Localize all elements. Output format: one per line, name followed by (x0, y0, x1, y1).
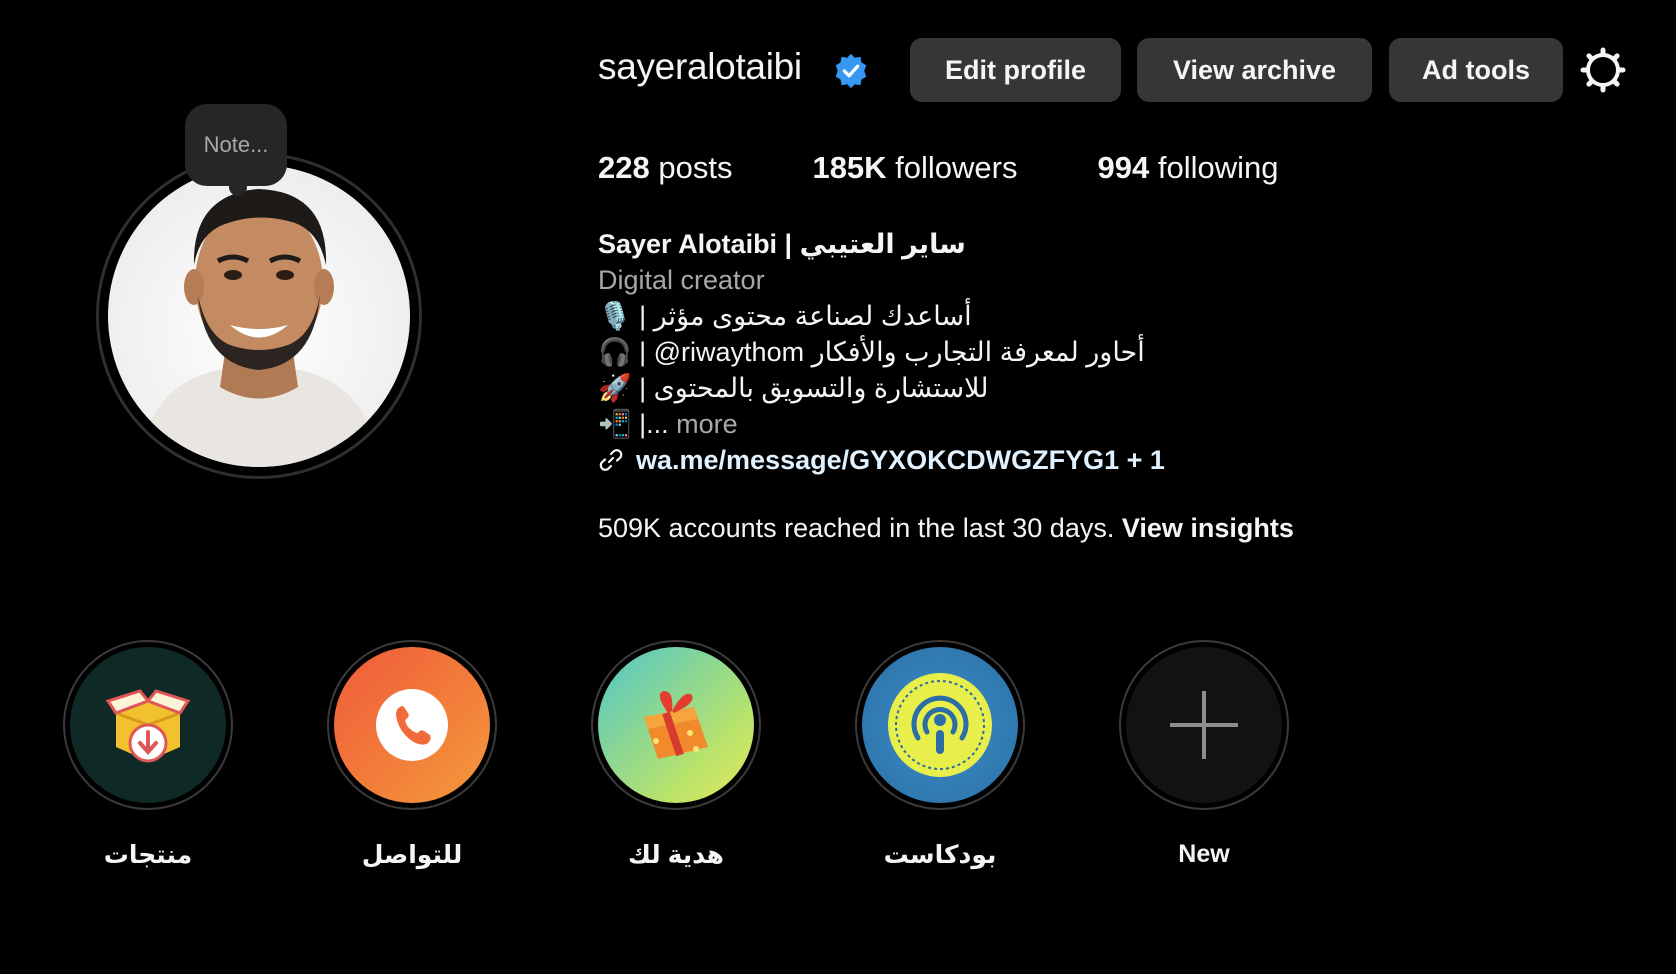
highlight-ring (591, 640, 761, 810)
highlight-products[interactable]: منتجات (63, 640, 233, 870)
insights-summary: 509K accounts reached in the last 30 day… (598, 513, 1294, 544)
microphone-icon: 🎙️ (598, 301, 632, 331)
highlight-ring (63, 640, 233, 810)
gift-icon (644, 691, 708, 759)
headphones-icon: 🎧 (598, 337, 632, 367)
posts-count: 228 (598, 150, 650, 185)
following-label: following (1149, 150, 1279, 185)
bio-line-2-text: | @riwaythom أحاور لمعرفة التجارب والأفك… (631, 337, 1145, 367)
following-count: 994 (1097, 150, 1150, 185)
highlight-cover (334, 647, 490, 803)
followers-stat[interactable]: 185K followers (812, 150, 1017, 186)
note-placeholder: Note... (203, 132, 269, 157)
bio-line-1: 🎙️ | أساعدك لصناعة محتوى مؤثر (598, 298, 1165, 334)
phone-icon (376, 689, 448, 761)
profile-bio: Sayer Alotaibi | ساير العتيبي Digital cr… (598, 226, 1165, 478)
followers-label: followers (886, 150, 1018, 185)
highlight-podcast[interactable]: بودكاست (855, 640, 1025, 870)
highlight-label: للتواصل (361, 841, 463, 869)
profile-avatar[interactable] (96, 153, 422, 479)
posts-label: posts (649, 150, 733, 185)
rocket-icon: 🚀 (598, 373, 632, 403)
highlight-cover (1126, 647, 1282, 803)
full-name: Sayer Alotaibi | ساير العتيبي (598, 229, 966, 259)
link-icon (599, 449, 623, 471)
following-stat[interactable]: 994 following (1098, 150, 1279, 186)
product-box-icon (105, 689, 191, 763)
phone-arrow-icon: 📲 (598, 409, 632, 439)
settings-gear-icon[interactable] (1580, 47, 1626, 93)
bio-line-2: 🎧 | @riwaythom أحاور لمعرفة التجارب والأ… (598, 334, 1165, 370)
more-link[interactable]: more (669, 409, 738, 439)
highlight-contact[interactable]: للتواصل (327, 640, 497, 870)
highlight-label: New (1178, 840, 1230, 868)
bio-line-3-text: | للاستشارة والتسويق بالمحتوى (631, 373, 989, 403)
note-bubble[interactable]: Note... (185, 104, 287, 196)
plus-icon (1170, 691, 1238, 759)
verified-badge-icon (835, 53, 867, 89)
ad-tools-button[interactable]: Ad tools (1389, 38, 1563, 102)
highlight-ring (855, 640, 1025, 810)
reach-text: 509K accounts reached in the last 30 day… (598, 513, 1122, 543)
view-insights-link[interactable]: View insights (1122, 513, 1294, 543)
edit-profile-button[interactable]: Edit profile (910, 38, 1121, 102)
bio-external-link[interactable]: wa.me/message/GYXOKCDWGZFYG1 + 1 (636, 445, 1165, 475)
bio-line-1-text: | أساعدك لصناعة محتوى مؤثر (631, 301, 972, 331)
bio-line-4: 📲 |... more (598, 406, 1165, 442)
bio-link-row: wa.me/message/GYXOKCDWGZFYG1 + 1 (598, 442, 1165, 478)
username: sayeralotaibi (598, 46, 802, 87)
view-archive-button[interactable]: View archive (1137, 38, 1372, 102)
podcast-icon (888, 673, 992, 777)
avatar-photo (108, 165, 410, 467)
highlight-cover (70, 647, 226, 803)
posts-stat[interactable]: 228 posts (598, 150, 732, 186)
category-label: Digital creator (598, 265, 765, 295)
bio-line-3: 🚀 | للاستشارة والتسويق بالمحتوى (598, 370, 1165, 406)
highlight-new[interactable]: New (1119, 640, 1289, 869)
highlight-label: منتجات (103, 841, 193, 869)
bio-line-4-text: |... (631, 409, 669, 439)
highlight-label: هدية لك (628, 841, 724, 869)
highlight-label: بودكاست (883, 841, 997, 869)
highlight-gift[interactable]: هدية لك (591, 640, 761, 870)
profile-page: Note... sayeralotaibi Edit profile View … (0, 0, 1676, 974)
followers-count: 185K (812, 150, 887, 185)
profile-stats: 228 posts 185K followers 994 following (598, 150, 1358, 186)
highlight-cover (598, 647, 754, 803)
highlight-cover (862, 647, 1018, 803)
highlight-ring (1119, 640, 1289, 810)
highlight-ring (327, 640, 497, 810)
